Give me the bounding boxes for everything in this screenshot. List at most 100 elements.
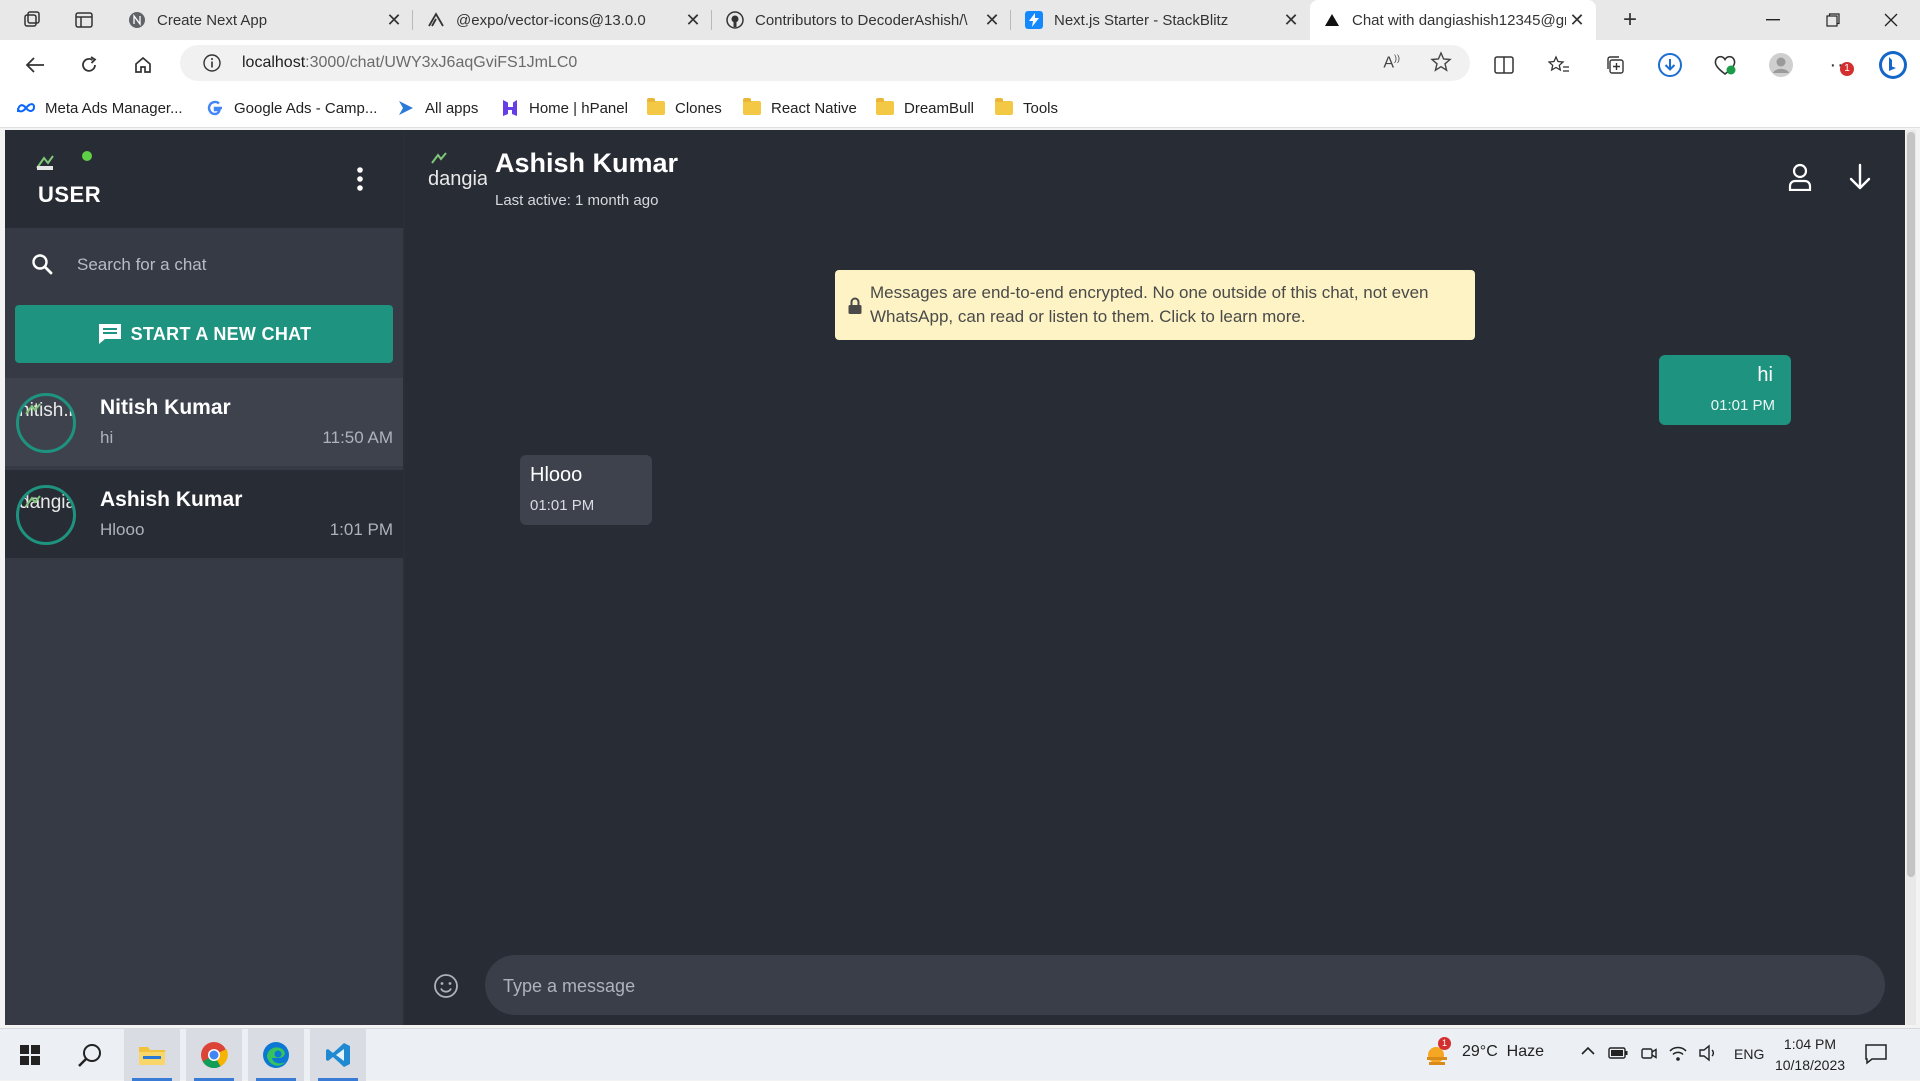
search-icon[interactable]	[62, 1029, 118, 1081]
browser-tab[interactable]: @expo/vector-icons@13.0.0 ✕	[414, 0, 712, 40]
browser-tab-strip: Create Next App ✕ @expo/vector-icons@13.…	[0, 0, 1920, 40]
clock-time: 1:04 PM	[1783, 1036, 1837, 1052]
scroll-down-arrow-icon[interactable]	[1843, 160, 1877, 194]
google-icon	[205, 99, 225, 117]
hostinger-icon	[500, 99, 520, 117]
message-composer	[485, 955, 1885, 1015]
wifi-icon[interactable]	[1668, 1044, 1688, 1062]
bookmark-all-apps[interactable]: All apps	[396, 97, 478, 119]
emoji-icon[interactable]	[431, 971, 461, 1001]
clock[interactable]: 1:04 PM 10/18/2023	[1770, 1034, 1850, 1076]
home-icon[interactable]	[128, 50, 158, 80]
power-apps-icon	[396, 99, 416, 117]
url-host: localhost	[242, 54, 306, 71]
start-new-chat-button[interactable]: START A NEW CHAT	[15, 305, 393, 363]
start-new-chat-label: START A NEW CHAT	[130, 323, 312, 344]
file-explorer-icon[interactable]	[124, 1029, 180, 1081]
close-tab-icon[interactable]: ✕	[682, 9, 704, 31]
profile-person-icon[interactable]	[1783, 160, 1817, 194]
page-scrollbar[interactable]	[1906, 130, 1916, 1025]
chat-bubble-icon	[98, 324, 121, 344]
profile-avatar-icon[interactable]	[1766, 50, 1796, 80]
chat-app: USER START A NEW CHAT nitish.kr.52 Nitis…	[5, 130, 1905, 1025]
bookmark-folder-react-native[interactable]: React Native	[742, 97, 857, 119]
broken-image-icon[interactable]	[35, 152, 55, 172]
notifications-icon[interactable]	[1864, 1043, 1888, 1065]
chat-list-item-selected[interactable]: dangiashish Ashish Kumar Hlooo 1:01 PM	[5, 470, 403, 558]
expo-favicon-icon	[426, 10, 446, 30]
encryption-notice-text: Messages are end-to-end encrypted. No on…	[870, 283, 1429, 326]
chat-header: dangia Ashish Kumar Last active: 1 month…	[405, 130, 1905, 228]
bookmark-folder-clones[interactable]: Clones	[646, 97, 722, 119]
meta-icon	[16, 99, 36, 117]
workspaces-icon[interactable]	[18, 6, 46, 34]
back-arrow-icon[interactable]	[20, 50, 50, 80]
clock-date: 10/18/2023	[1774, 1057, 1846, 1073]
downloads-icon[interactable]	[1655, 50, 1685, 80]
browser-essentials-icon[interactable]	[1710, 50, 1740, 80]
chat-list-item[interactable]: nitish.kr.52 Nitish Kumar hi 11:50 AM	[5, 378, 403, 466]
close-window-icon[interactable]	[1862, 0, 1920, 40]
avatar-alt-text: dangia	[428, 168, 487, 190]
encryption-notice[interactable]: Messages are end-to-end encrypted. No on…	[835, 270, 1475, 340]
tab-actions-icon[interactable]	[70, 6, 98, 34]
more-options-icon[interactable]	[345, 164, 375, 194]
meet-now-icon[interactable]	[1640, 1044, 1658, 1062]
folder-icon	[646, 98, 666, 117]
edge-icon[interactable]	[248, 1029, 304, 1081]
read-aloud-icon[interactable]: A))	[1383, 53, 1400, 72]
weather-icon[interactable]: 1	[1424, 1037, 1451, 1067]
close-tab-icon[interactable]: ✕	[981, 9, 1003, 31]
bookmark-folder-tools[interactable]: Tools	[994, 97, 1058, 119]
vscode-icon[interactable]	[310, 1029, 366, 1081]
tab-title: Create Next App	[157, 11, 268, 29]
incoming-message[interactable]: Hlooo 01:01 PM	[520, 455, 652, 525]
close-tab-icon[interactable]: ✕	[383, 9, 405, 31]
broken-image-icon	[25, 403, 41, 415]
scrollbar-thumb[interactable]	[1907, 132, 1915, 877]
favorites-icon[interactable]	[1544, 50, 1574, 80]
windows-start-icon[interactable]	[2, 1029, 58, 1081]
reload-icon[interactable]	[74, 50, 104, 80]
close-tab-icon[interactable]: ✕	[1566, 9, 1588, 31]
volume-icon[interactable]	[1698, 1044, 1718, 1062]
bookmark-hpanel[interactable]: Home | hPanel	[500, 97, 628, 119]
peer-name: Ashish Kumar	[495, 148, 679, 178]
site-info-icon[interactable]	[202, 53, 222, 73]
address-bar[interactable]: localhost:3000/chat/UWY3xJ6aqGviFS1JmLC0…	[180, 45, 1470, 81]
message-time: 01:01 PM	[1710, 397, 1775, 414]
weather-text[interactable]: 29°C Haze	[1462, 1043, 1544, 1061]
minimize-icon[interactable]	[1744, 0, 1802, 40]
chat-time: 11:50 AM	[322, 428, 393, 447]
bookmark-google-ads[interactable]: Google Ads - Camp...	[205, 97, 377, 119]
language-indicator[interactable]: ENG	[1734, 1046, 1764, 1062]
windows-taskbar: 1 29°C Haze ENG 1:04 PM 10/18/2023	[0, 1028, 1920, 1081]
favorite-star-icon[interactable]	[1430, 51, 1452, 73]
browser-tab[interactable]: Create Next App ✕	[115, 0, 413, 40]
chat-name: Ashish Kumar	[100, 488, 243, 511]
show-hidden-icons-icon[interactable]	[1580, 1043, 1596, 1059]
new-tab-icon[interactable]: +	[1616, 6, 1644, 34]
folder-icon	[994, 98, 1014, 117]
browser-tab[interactable]: Next.js Starter - StackBlitz ✕	[1012, 0, 1310, 40]
outgoing-message[interactable]: hi 01:01 PM	[1659, 355, 1791, 425]
browser-tab[interactable]: Contributors to DecoderAshish/\ ✕	[713, 0, 1011, 40]
bookmark-meta-ads[interactable]: Meta Ads Manager...	[16, 97, 183, 119]
collections-icon[interactable]	[1600, 50, 1630, 80]
message-input[interactable]	[501, 967, 1865, 1005]
user-label: USER	[38, 182, 102, 207]
tab-title: @expo/vector-icons@13.0.0	[456, 11, 646, 29]
copilot-icon[interactable]	[1878, 50, 1908, 80]
close-tab-icon[interactable]: ✕	[1280, 9, 1302, 31]
browser-tab-active[interactable]: Chat with dangiashish12345@gm ✕	[1310, 0, 1596, 40]
split-screen-icon[interactable]	[1489, 50, 1519, 80]
peer-avatar[interactable]: dangia	[427, 148, 487, 198]
chrome-icon[interactable]	[186, 1029, 242, 1081]
chat-preview: Hlooo	[100, 520, 145, 539]
bookmark-folder-dreambull[interactable]: DreamBull	[875, 97, 974, 119]
online-status-dot	[82, 151, 92, 161]
search-input[interactable]	[75, 246, 379, 284]
battery-icon[interactable]	[1608, 1046, 1628, 1060]
url-path: :3000/chat/UWY3xJ6aqGviFS1JmLC0	[305, 54, 578, 71]
restore-icon[interactable]	[1804, 0, 1862, 40]
